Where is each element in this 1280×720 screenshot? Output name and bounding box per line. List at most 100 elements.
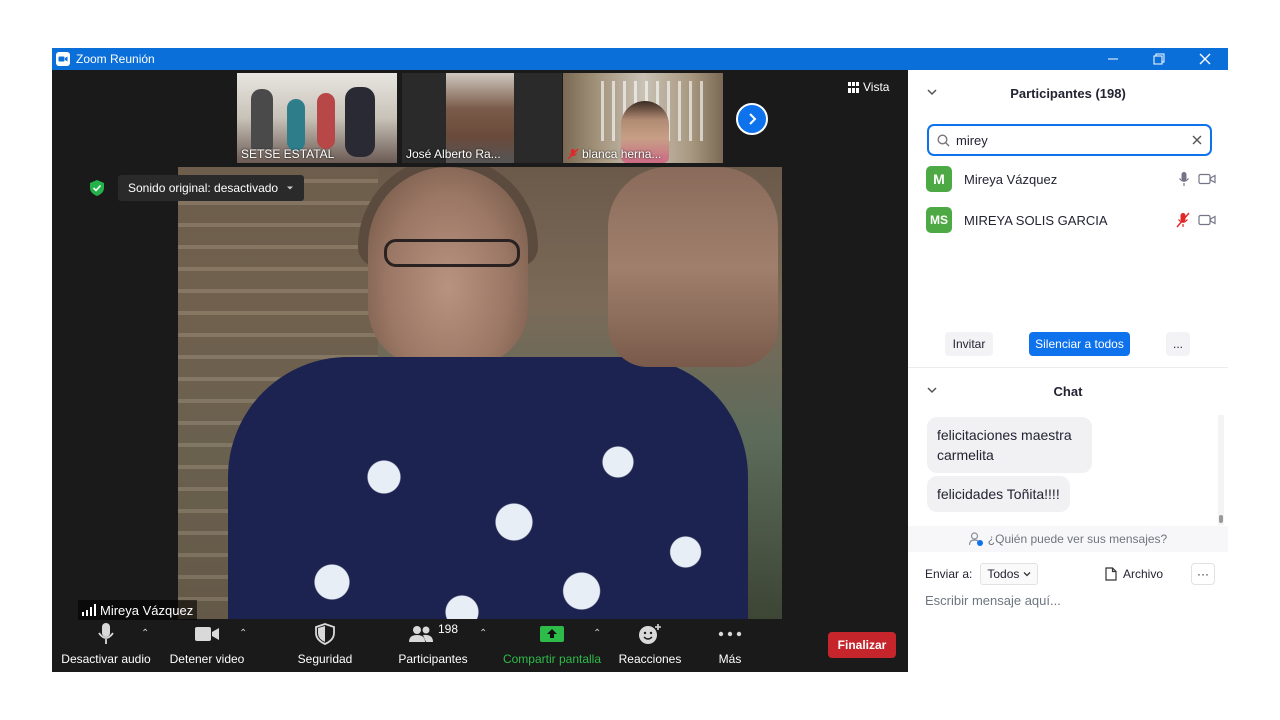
active-speaker-label: Mireya Vázquez [78, 600, 198, 620]
minimize-icon [1108, 58, 1118, 60]
thumbnail-name: blanca herna... [582, 147, 662, 161]
mute-audio-button[interactable]: Desactivar audio [60, 620, 152, 672]
restore-icon [1153, 53, 1165, 65]
participants-more-button[interactable]: ... [1166, 332, 1190, 356]
chat-message: felicidades Toñita!!!! [927, 476, 1070, 512]
zoom-app-icon [56, 52, 70, 66]
window-title: Zoom Reunión [76, 52, 155, 66]
active-speaker-name: Mireya Vázquez [100, 602, 194, 618]
clear-search-icon[interactable] [1192, 135, 1202, 145]
video-thumbnail[interactable]: José Alberto Ra... [402, 73, 562, 163]
caret-down-icon [287, 186, 294, 190]
share-screen-icon [540, 626, 564, 642]
stop-video-label: Detener video [169, 652, 245, 666]
close-window-button[interactable] [1182, 48, 1228, 70]
chat-header: Chat [908, 379, 1228, 403]
send-to-value: Todos [987, 567, 1020, 581]
video-area: SETSE ESTATAL José Alberto Ra... blanca … [52, 70, 908, 620]
view-button[interactable]: Vista [848, 80, 889, 94]
chat-message-input[interactable]: Escribir mensaje aquí... [925, 593, 1061, 608]
invite-button[interactable]: Invitar [945, 332, 993, 356]
search-icon [937, 133, 950, 146]
participant-name: Mireya Vázquez [964, 171, 1058, 187]
share-screen-label: Compartir pantalla [502, 652, 602, 666]
original-sound-label: Sonido original: desactivado [128, 181, 279, 195]
video-thumbnail[interactable]: SETSE ESTATAL [237, 73, 397, 163]
main-speaker-video [178, 167, 782, 619]
mute-audio-label: Desactivar audio [61, 652, 151, 666]
microphone-icon [1179, 172, 1189, 186]
meeting-toolbar: Desactivar audio ⌃ Detener video ⌃ Segur… [52, 620, 908, 672]
chevron-down-icon[interactable] [926, 384, 938, 396]
chevron-down-icon [1023, 572, 1031, 577]
participants-title: Participantes (198) [1010, 85, 1126, 101]
more-options-button[interactable]: Más [710, 620, 750, 672]
encryption-shield-icon[interactable] [90, 180, 104, 201]
send-to-select[interactable]: Todos [980, 563, 1039, 585]
reactions-icon [639, 624, 661, 644]
avatar: M [926, 166, 952, 192]
video-camera-icon [195, 627, 219, 641]
next-page-button[interactable] [736, 103, 768, 135]
grid-icon [848, 81, 859, 93]
video-camera-icon [1198, 214, 1216, 226]
mute-all-button[interactable]: Silenciar a todos [1029, 332, 1130, 356]
video-options-caret-icon[interactable]: ⌃ [239, 628, 247, 639]
participants-button[interactable]: 198 Participantes [392, 620, 474, 672]
stop-video-button[interactable]: Detener video [164, 620, 250, 672]
signal-strength-icon [82, 604, 96, 616]
user-info-icon [968, 532, 983, 546]
end-meeting-button[interactable]: Finalizar [828, 632, 896, 658]
participant-name: MIREYA SOLIS GARCIA [964, 212, 1108, 228]
file-button[interactable]: Archivo [1105, 567, 1163, 581]
participants-header: Participantes (198) [908, 81, 1228, 105]
participants-options-caret-icon[interactable]: ⌃ [479, 628, 487, 639]
chat-more-button[interactable]: ··· [1191, 563, 1215, 585]
chat-title: Chat [1053, 383, 1083, 399]
title-bar: Zoom Reunión [52, 48, 1228, 70]
audio-options-caret-icon[interactable]: ⌃ [141, 628, 149, 639]
file-icon [1105, 567, 1117, 581]
share-options-caret-icon[interactable]: ⌃ [593, 628, 601, 639]
original-sound-toggle[interactable]: Sonido original: desactivado [118, 175, 305, 201]
reactions-button[interactable]: Reacciones [616, 620, 684, 672]
shield-icon [315, 623, 335, 645]
share-screen-button[interactable]: Compartir pantalla [500, 620, 604, 672]
participant-search-input[interactable]: mirey [927, 124, 1212, 156]
zoom-window: Zoom Reunión SETSE ESTATAL José Alberto … [52, 48, 1228, 672]
thumbnail-name: José Alberto Ra... [406, 147, 501, 161]
minimize-button[interactable] [1090, 48, 1136, 70]
restore-button[interactable] [1136, 48, 1182, 70]
search-value: mirey [956, 132, 988, 148]
side-panel: Participantes (198) mirey M Mireya Vázqu… [908, 70, 1228, 672]
video-camera-icon [1198, 173, 1216, 185]
more-dots-icon [718, 631, 742, 637]
participants-count: 198 [437, 622, 459, 636]
divider [908, 367, 1228, 368]
security-label: Seguridad [297, 652, 353, 666]
chat-scrollbar[interactable] [1218, 415, 1224, 525]
close-icon [1199, 53, 1211, 65]
chevron-right-icon [749, 113, 757, 125]
thumbnail-scene [251, 89, 273, 149]
avatar: MS [926, 207, 952, 233]
security-button[interactable]: Seguridad [292, 620, 358, 672]
send-to-label: Enviar a: [925, 567, 973, 581]
who-can-see-label: ¿Quién puede ver sus mensajes? [987, 532, 1168, 546]
participants-icon [408, 626, 433, 642]
chat-message: felicitaciones maestra carmelita [927, 417, 1092, 473]
chevron-down-icon[interactable] [926, 86, 938, 98]
participant-row[interactable]: M Mireya Vázquez [926, 164, 1216, 194]
muted-mic-icon [567, 148, 579, 160]
reactions-label: Reacciones [618, 652, 682, 666]
who-can-see-link[interactable]: ¿Quién puede ver sus mensajes? [908, 526, 1228, 552]
participant-row[interactable]: MS MIREYA SOLIS GARCIA [926, 205, 1216, 235]
microphone-icon [98, 623, 114, 644]
shield-icon [90, 180, 104, 196]
view-label: Vista [863, 80, 890, 94]
send-to-row: Enviar a: Todos Archivo ··· [925, 562, 1215, 586]
video-thumbnail[interactable]: blanca herna... [563, 73, 723, 163]
thumbnail-name: SETSE ESTATAL [241, 147, 335, 161]
scrollbar-thumb[interactable] [1219, 515, 1223, 523]
muted-mic-icon [1176, 212, 1190, 228]
